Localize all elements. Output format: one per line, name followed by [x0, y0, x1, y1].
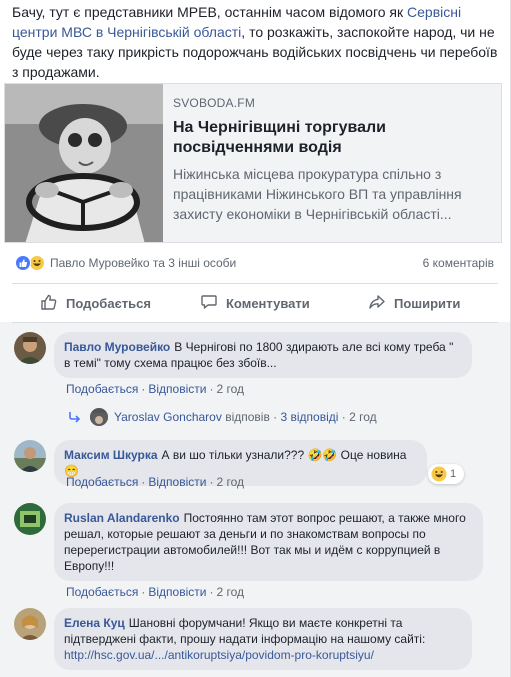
vintage-driver-photo	[5, 84, 163, 242]
replies-summary-text: Yaroslav Goncharov відповів · 3 відповід…	[114, 410, 377, 424]
reply-count[interactable]: 3 відповіді	[281, 410, 339, 424]
haha-icon	[29, 255, 45, 271]
share-icon	[369, 295, 385, 309]
reaction-names[interactable]: Павло Муровейко та 3 інші особи	[50, 256, 236, 270]
like-icon	[15, 255, 31, 271]
separator: ·	[141, 382, 146, 396]
comment-bubble: Ruslan Alandarenko Постоянно там этот воп…	[54, 503, 483, 581]
comment-time[interactable]: 2 год	[216, 382, 244, 396]
comment-like-link[interactable]: Подобається	[66, 382, 138, 396]
comment-reaction-count: 1	[450, 468, 457, 480]
comment-reply-link[interactable]: Відповісти	[148, 475, 206, 489]
link-preview-image[interactable]	[5, 84, 163, 242]
avatar[interactable]	[14, 332, 46, 364]
comment-time[interactable]: 2 год	[216, 585, 244, 599]
comment-author[interactable]: Максим Шкурка	[64, 448, 158, 462]
comment-count[interactable]: 6 коментарів	[423, 256, 494, 270]
comment-link[interactable]: http://hsc.gov.ua/.../antikoruptsiya/pov…	[64, 648, 374, 662]
link-preview-title[interactable]: На Чернігівщині торгували посвідченнями …	[173, 118, 493, 158]
avatar[interactable]	[14, 503, 46, 535]
comment-meta: Подобається · Відповісти · 2 год	[66, 585, 244, 599]
comment-author[interactable]: Елена Куц	[64, 616, 125, 630]
haha-icon	[431, 466, 447, 482]
thumbs-up-icon	[41, 294, 57, 310]
link-preview-domain: SVOBODA.FM	[173, 96, 256, 110]
post-text: Бачу, тут є представники МРЕВ, останнім …	[12, 2, 498, 82]
comment-like-link[interactable]: Подобається	[66, 585, 138, 599]
separator: ·	[338, 410, 350, 424]
avatar[interactable]	[14, 608, 46, 640]
separator: ·	[141, 475, 146, 489]
avatar[interactable]	[14, 440, 46, 472]
comment-meta: Подобається · Відповісти · 2 год	[66, 475, 244, 489]
comment-bubble: Павло Муровейко В Чернігові по 1800 здира…	[54, 332, 472, 378]
comment-time[interactable]: 2 год	[216, 475, 244, 489]
comment-button-label: Коментувати	[226, 296, 310, 311]
divider	[12, 322, 498, 323]
reply-author[interactable]: Yaroslav Goncharov	[114, 410, 222, 424]
comment-reply-link[interactable]: Відповісти	[148, 585, 206, 599]
reactions-summary[interactable]: Павло Муровейко та 3 інші особи 6 комент…	[12, 252, 498, 274]
like-button-label: Подобається	[66, 296, 151, 311]
separator: ·	[209, 475, 214, 489]
reply-author-avatar	[90, 408, 108, 426]
separator: ·	[269, 410, 281, 424]
comment-author[interactable]: Ruslan Alandarenko	[64, 511, 180, 525]
comment-bubble: Елена Куц Шановні форумчани! Якщо ви маєт…	[54, 608, 472, 670]
reply-verb: відповів	[225, 410, 270, 424]
separator: ·	[209, 382, 214, 396]
link-preview-description: Ніжинська місцева прокуратура спільно з …	[173, 166, 462, 222]
link-preview[interactable]: SVOBODA.FM На Чернігівщині торгували пос…	[4, 83, 502, 243]
reply-time: 2 год	[349, 410, 377, 424]
post-actions: Подобається Коментувати Поширити	[12, 288, 498, 318]
separator: ·	[209, 585, 214, 599]
comment-author[interactable]: Павло Муровейко	[64, 340, 170, 354]
share-button-label: Поширити	[394, 296, 461, 311]
divider	[12, 283, 498, 284]
post-text-part: Бачу, тут є представники МРЕВ, останнім …	[12, 4, 408, 20]
comment-like-link[interactable]: Подобається	[66, 475, 138, 489]
comment-icon	[201, 295, 217, 309]
comment-reactions[interactable]: 1	[428, 464, 464, 484]
separator: ·	[141, 585, 146, 599]
post-card: Бачу, тут є представники МРЕВ, останнім …	[0, 0, 511, 677]
comment-reply-link[interactable]: Відповісти	[148, 382, 206, 396]
reply-arrow-icon	[69, 412, 81, 423]
comment-meta: Подобається · Відповісти · 2 год	[66, 382, 244, 396]
